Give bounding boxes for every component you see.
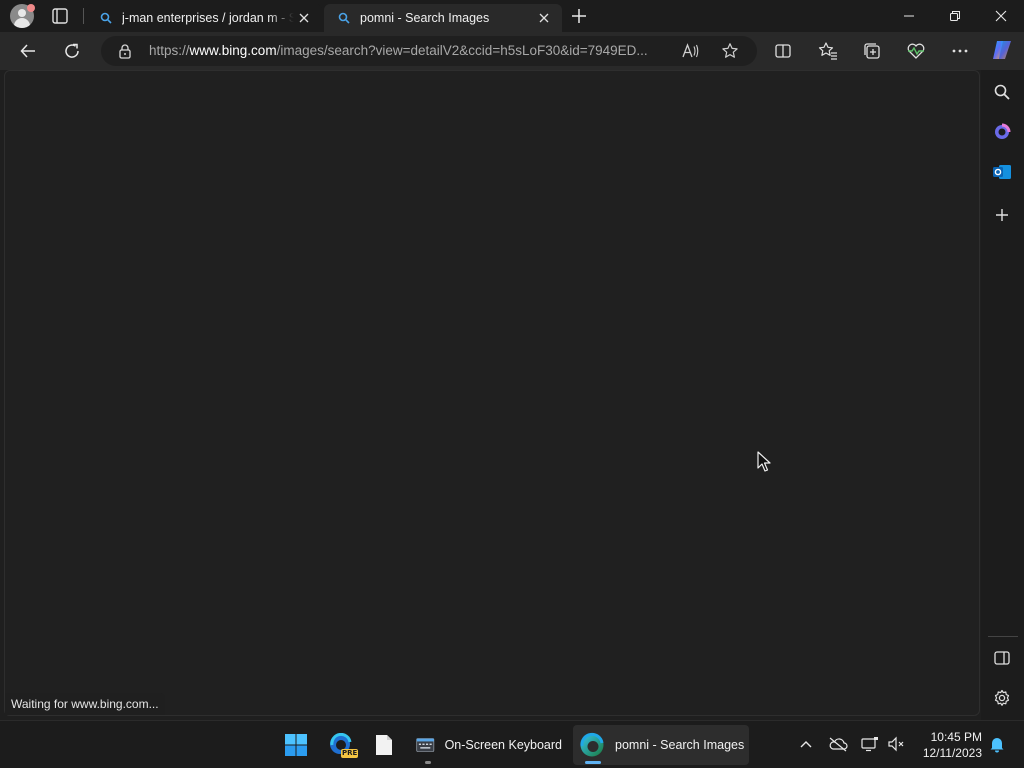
volume-muted-icon[interactable] <box>885 733 907 755</box>
status-bar-text: Waiting for www.bing.com... <box>5 693 165 715</box>
browser-toolbar: https://www.bing.com/images/search?view=… <box>0 32 1024 70</box>
browser-essentials-icon[interactable] <box>906 41 926 61</box>
restore-button[interactable] <box>932 0 978 32</box>
address-bar[interactable]: https://www.bing.com/images/search?view=… <box>101 36 757 66</box>
taskbar-on-screen-keyboard[interactable]: On-Screen Keyboard <box>412 725 562 765</box>
minimize-button[interactable] <box>886 0 932 32</box>
tab-pomni-search-images[interactable]: pomni - Search Images <box>324 4 562 32</box>
onedrive-offline-icon[interactable] <box>827 733 849 755</box>
edge-sidebar <box>981 70 1024 720</box>
notification-dot-icon <box>27 4 35 12</box>
copilot-icon[interactable] <box>990 38 1014 62</box>
url-prefix: https:// <box>149 43 190 58</box>
url-path: /images/search?view=detailV2&ccid=h5sLoF… <box>276 43 648 58</box>
hide-sidebar-icon[interactable] <box>992 648 1012 668</box>
show-hidden-icons-chevron-icon[interactable] <box>795 733 817 755</box>
active-indicator <box>585 761 601 764</box>
preview-badge: PRE <box>341 749 359 758</box>
title-bar: j-man enterprises / jordan m - Se pomni … <box>0 0 1024 32</box>
page-content-area: Waiting for www.bing.com... <box>4 70 980 716</box>
settings-more-icon[interactable] <box>950 41 970 61</box>
close-tab-icon[interactable] <box>536 10 552 26</box>
collections-icon[interactable] <box>862 41 882 61</box>
search-icon[interactable] <box>992 82 1012 102</box>
refresh-icon[interactable] <box>61 40 83 62</box>
taskbar-edge-preview[interactable]: PRE <box>325 725 359 765</box>
tab-divider <box>83 8 84 24</box>
network-icon[interactable] <box>859 733 881 755</box>
windows-taskbar: PRE On-Screen Keyboard pomni - Search Im… <box>0 720 1024 768</box>
url-text[interactable]: https://www.bing.com/images/search?view=… <box>149 43 674 58</box>
system-clock[interactable]: 10:45 PM 12/11/2023 <box>912 729 982 761</box>
read-aloud-icon[interactable] <box>682 43 700 59</box>
edge-window-label: pomni - Search Images <box>615 738 745 752</box>
notification-bell-icon[interactable] <box>986 733 1008 755</box>
favorites-icon[interactable] <box>818 41 838 61</box>
new-tab-plus-icon[interactable] <box>569 6 589 26</box>
url-host: www.bing.com <box>189 43 277 58</box>
mouse-pointer-icon <box>757 451 773 473</box>
close-window-button[interactable] <box>978 0 1024 32</box>
add-sidebar-app-plus-icon[interactable] <box>992 205 1012 225</box>
running-indicator <box>425 761 431 764</box>
start-button[interactable] <box>281 725 311 765</box>
keyboard-icon <box>416 738 435 752</box>
search-favicon-icon <box>336 10 352 26</box>
sidebar-divider <box>988 636 1018 637</box>
taskbar-file[interactable] <box>370 725 398 765</box>
edge-icon <box>580 732 604 757</box>
sidebar-settings-gear-icon[interactable] <box>992 688 1012 708</box>
windows-logo-icon <box>285 734 307 756</box>
file-icon <box>376 735 392 755</box>
taskbar-edge-pomni[interactable]: pomni - Search Images <box>573 725 749 765</box>
tab-title: j-man enterprises / jordan m - Se <box>122 11 294 25</box>
outlook-icon[interactable] <box>992 162 1012 182</box>
search-favicon-icon <box>98 10 114 26</box>
tab-actions-icon[interactable] <box>50 6 70 26</box>
add-favorite-star-icon[interactable] <box>721 42 739 60</box>
lock-icon[interactable] <box>117 43 133 59</box>
clock-time: 10:45 PM <box>930 730 982 744</box>
back-arrow-icon[interactable] <box>17 40 39 62</box>
tab-title: pomni - Search Images <box>360 11 490 25</box>
clock-date: 12/11/2023 <box>922 746 982 760</box>
copilot-sidebar-icon[interactable] <box>992 122 1012 142</box>
close-tab-icon[interactable] <box>296 10 312 26</box>
keyboard-label: On-Screen Keyboard <box>444 738 562 752</box>
split-screen-icon[interactable] <box>773 41 793 61</box>
tab-jman-enterprises[interactable]: j-man enterprises / jordan m - Se <box>86 4 322 32</box>
